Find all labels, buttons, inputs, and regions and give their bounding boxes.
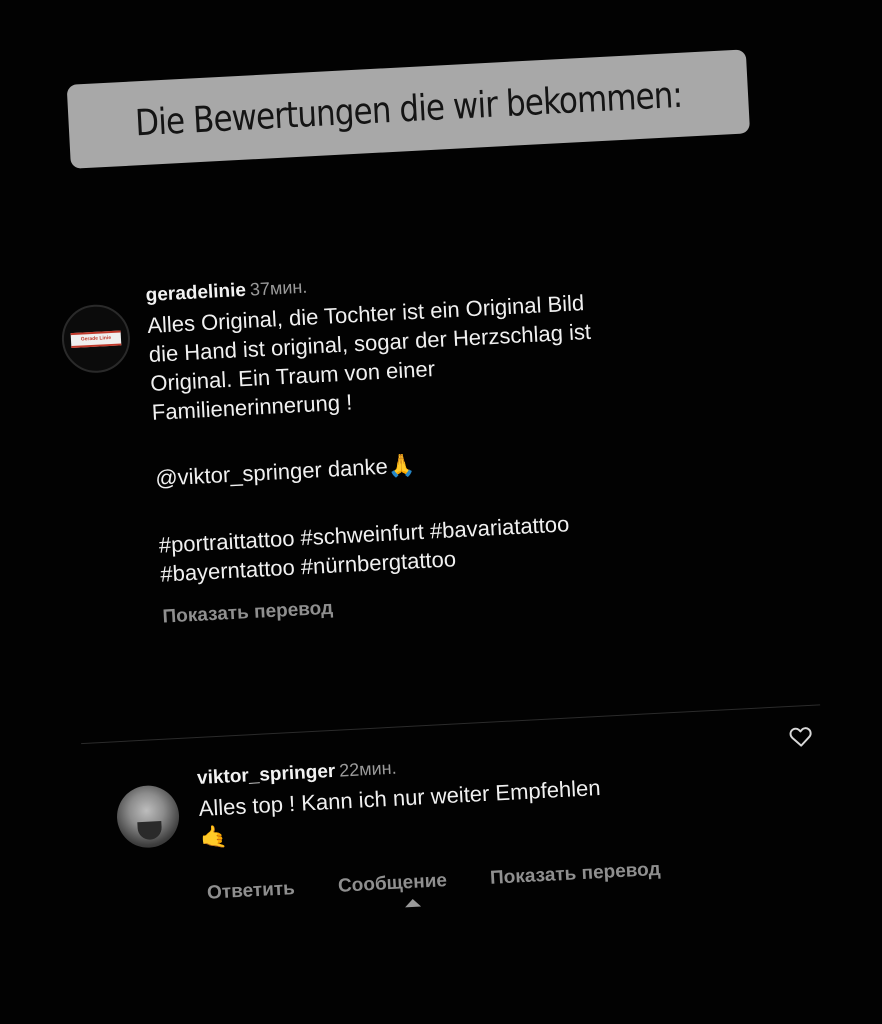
comment-geradelinie: geradelinie 37мин. Alles Original, die To… — [145, 254, 762, 629]
comment-body: Alles Original, die Tochter ist ein Orig… — [147, 280, 761, 589]
story-banner: Die Bewertungen die wir bekommen: — [66, 49, 751, 169]
reply-button[interactable]: Ответить — [207, 878, 296, 905]
comment-time: 37мин. — [249, 276, 308, 300]
heart-outline-icon[interactable] — [787, 723, 814, 750]
rotated-content: Die Bewertungen die wir bekommen: Gerade… — [0, 0, 882, 1024]
message-button-label: Сообщение — [337, 870, 448, 897]
avatar-geradelinie[interactable]: Gerade Linie — [60, 303, 132, 375]
show-translation-button[interactable]: Показать перевод — [490, 859, 662, 890]
praying-hands-icon: 🙏 — [387, 453, 416, 480]
comment-username[interactable]: viktor_springer — [197, 761, 336, 789]
comment-viktor-springer: viktor_springer 22мин. Alles top ! Kann i… — [197, 739, 761, 853]
comment-actions: Ответить Сообщение Показать перевод — [207, 851, 807, 908]
message-button[interactable]: Сообщение — [337, 870, 448, 908]
caret-up-icon — [404, 898, 422, 908]
comment-username[interactable]: geradelinie — [145, 280, 246, 306]
divider — [81, 704, 821, 745]
banner-text: Die Bewertungen die wir bekommen: — [133, 74, 683, 144]
logo-text: Gerade Linie — [70, 329, 122, 348]
call-me-hand-icon: 🤙 — [199, 824, 229, 851]
screenshot-stage: Die Bewertungen die wir bekommen: Gerade… — [0, 0, 882, 1024]
comment-time: 22мин. — [338, 757, 398, 781]
avatar-viktor-springer[interactable] — [115, 784, 181, 850]
